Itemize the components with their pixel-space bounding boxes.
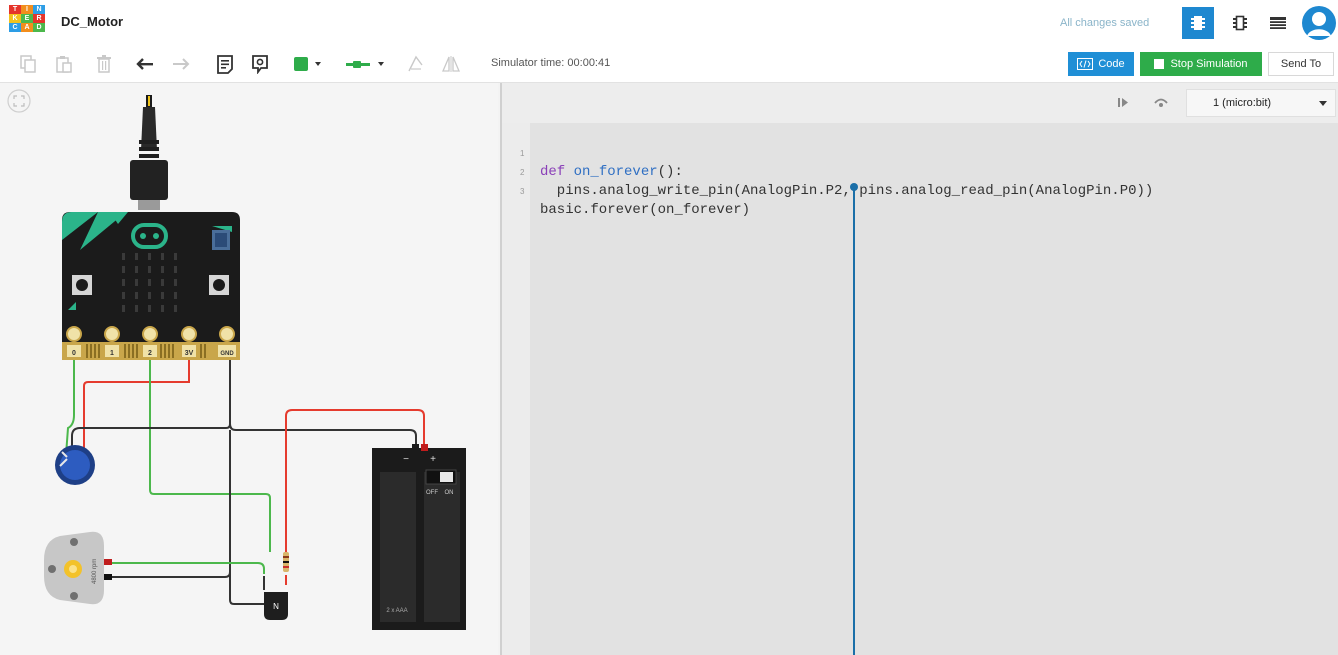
callout-line bbox=[853, 185, 855, 655]
note-icon bbox=[217, 55, 233, 74]
tinkercad-logo[interactable]: T I N K E R C A D bbox=[9, 5, 45, 41]
logo-letter: R bbox=[33, 14, 45, 23]
send-to-button[interactable]: Send To bbox=[1268, 52, 1334, 76]
transistor-label: N bbox=[273, 602, 279, 611]
list-view-icon bbox=[1270, 17, 1286, 29]
pin-label-2: 2 bbox=[148, 350, 152, 357]
rotate-icon bbox=[408, 55, 423, 72]
save-status: All changes saved bbox=[1060, 17, 1150, 29]
stop-icon bbox=[1154, 59, 1165, 69]
pin-label-0: 0 bbox=[72, 350, 76, 357]
battery-minus-label: − bbox=[403, 454, 409, 465]
usb-cable bbox=[130, 95, 168, 210]
logo-letter: K bbox=[9, 14, 21, 23]
battery-pack[interactable]: − + OFF ON 2 x AAA bbox=[372, 444, 466, 630]
microbit-board[interactable]: 0 1 2 3V GND bbox=[62, 212, 240, 360]
code-editor-panel: 1 (micro:bit) 1 def on_forever(): 2 pins… bbox=[500, 83, 1338, 655]
tinkercad-app: T I N K E R C A D DC_Motor All changes s… bbox=[0, 0, 1338, 655]
project-title[interactable]: DC_Motor bbox=[61, 14, 123, 29]
code-button[interactable]: Code bbox=[1068, 52, 1134, 76]
battery-label: 2 x AAA bbox=[386, 608, 407, 614]
line-number: 3 bbox=[520, 187, 525, 196]
logo-letter: E bbox=[21, 14, 33, 23]
switch-off-label: OFF bbox=[426, 490, 438, 496]
chevron-down-icon bbox=[314, 62, 321, 66]
color-picker-icon bbox=[293, 57, 308, 71]
transistor[interactable]: N bbox=[264, 592, 288, 620]
component-view-button[interactable] bbox=[1224, 7, 1256, 39]
logo-letter: T bbox=[9, 5, 21, 14]
resistor[interactable] bbox=[283, 552, 289, 572]
notes-toggle-icon bbox=[252, 55, 268, 74]
motor-label: 4800 rpm bbox=[92, 559, 98, 584]
color-picker[interactable] bbox=[290, 54, 324, 74]
user-avatar-icon[interactable] bbox=[1302, 5, 1336, 41]
simulator-time: Simulator time: 00:00:41 bbox=[491, 57, 611, 69]
switch-on-label: ON bbox=[445, 490, 454, 496]
list-view-button[interactable] bbox=[1262, 7, 1294, 39]
power-switch[interactable] bbox=[440, 472, 453, 482]
button-a[interactable] bbox=[72, 275, 92, 295]
circuit-view-icon bbox=[1191, 16, 1205, 30]
top-bar: T I N K E R C A D DC_Motor All changes s… bbox=[0, 0, 1338, 47]
copy-button[interactable] bbox=[18, 54, 38, 74]
flip-icon bbox=[442, 56, 460, 72]
code-icon bbox=[1077, 58, 1094, 70]
dc-motor[interactable]: 4800 rpm bbox=[44, 531, 112, 605]
delete-button[interactable] bbox=[94, 54, 114, 74]
flip-button[interactable] bbox=[440, 54, 462, 74]
logo-letter: I bbox=[21, 5, 33, 14]
redo-button[interactable] bbox=[170, 54, 192, 74]
editor-toolbar: Simulator time: 00:00:41 Code Stop Simul… bbox=[0, 46, 1338, 83]
debug-icon[interactable] bbox=[1152, 95, 1170, 109]
copy-icon bbox=[20, 55, 36, 73]
circuit-diagram: 0 1 2 3V GND 4800 rpm N − + OFF ON 2 x A… bbox=[44, 95, 466, 630]
potentiometer[interactable] bbox=[55, 445, 95, 485]
button-b[interactable] bbox=[209, 275, 229, 295]
chevron-down-icon bbox=[378, 62, 384, 66]
code-line-1[interactable]: 1 def on_forever(): bbox=[502, 127, 1338, 180]
logo-letter: D bbox=[33, 23, 45, 32]
wire-type-icon bbox=[346, 60, 370, 68]
wires[interactable] bbox=[65, 360, 425, 605]
device-select[interactable]: 1 (micro:bit) bbox=[1186, 89, 1336, 117]
code-panel-header: 1 (micro:bit) bbox=[502, 83, 1338, 123]
paste-icon bbox=[56, 56, 72, 73]
note-button[interactable] bbox=[214, 54, 236, 74]
logo-letter: C bbox=[9, 23, 21, 32]
logo-letter: A bbox=[21, 23, 33, 32]
code-text: basic.forever(on_forever) bbox=[540, 202, 751, 218]
code-line-2[interactable]: 2 pins.analog_write_pin(AnalogPin.P2, pi… bbox=[502, 146, 1338, 199]
delete-icon bbox=[97, 55, 111, 73]
pin-label-3v: 3V bbox=[185, 350, 194, 357]
wire-type-picker[interactable] bbox=[342, 54, 388, 74]
logo-letter: N bbox=[33, 5, 45, 14]
component-view-icon bbox=[1233, 15, 1247, 31]
stop-simulation-label: Stop Simulation bbox=[1170, 58, 1248, 70]
rotate-button[interactable] bbox=[404, 54, 426, 74]
redo-icon bbox=[173, 58, 190, 70]
notes-toggle-button[interactable] bbox=[249, 54, 271, 74]
device-select-value: 1 (micro:bit) bbox=[1213, 97, 1272, 109]
undo-icon bbox=[136, 58, 153, 70]
step-icon[interactable] bbox=[1116, 95, 1130, 109]
circuit-canvas[interactable]: 0 1 2 3V GND 4800 rpm N − + OFF ON 2 x A… bbox=[0, 83, 498, 655]
code-line-3[interactable]: 3 basic.forever(on_forever) bbox=[502, 165, 1338, 218]
battery-plus-label: + bbox=[430, 454, 436, 465]
circuit-view-button[interactable] bbox=[1182, 7, 1214, 39]
code-button-label: Code bbox=[1098, 58, 1125, 70]
code-text: pins.analog_write_pin(AnalogPin.P2, pins… bbox=[540, 183, 1154, 199]
callout-dot bbox=[850, 183, 858, 191]
undo-button[interactable] bbox=[134, 54, 156, 74]
stop-simulation-button[interactable]: Stop Simulation bbox=[1140, 52, 1262, 76]
pin-label-gnd: GND bbox=[220, 351, 234, 357]
pin-label-1: 1 bbox=[110, 350, 114, 357]
chevron-down-icon bbox=[1319, 101, 1327, 106]
paste-button[interactable] bbox=[54, 54, 74, 74]
